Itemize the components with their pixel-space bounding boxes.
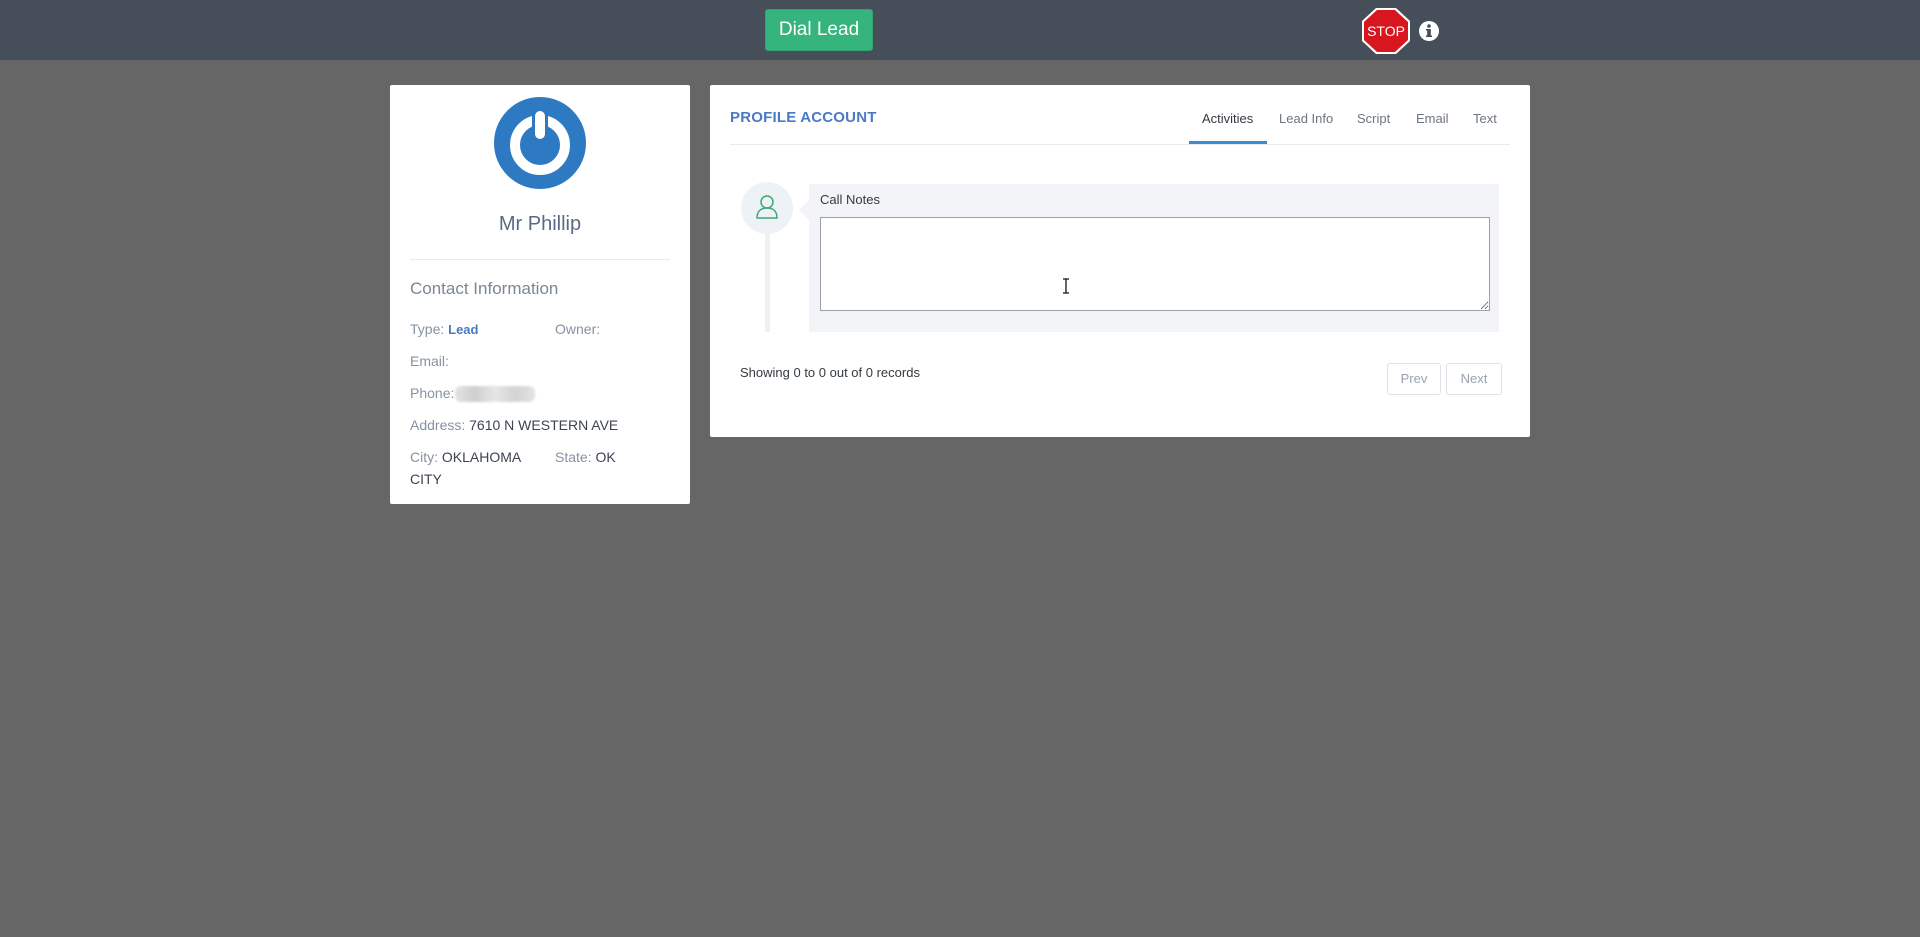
divider: [410, 259, 670, 260]
call-notes-label: Call Notes: [820, 192, 880, 207]
active-tab-indicator: [1189, 141, 1267, 144]
contact-info-heading: Contact Information: [410, 279, 559, 298]
state-field: State: OK: [555, 446, 616, 468]
type-field: Type: Lead: [410, 318, 478, 341]
info-icon[interactable]: [1418, 20, 1440, 42]
stop-label: STOP: [1367, 23, 1405, 39]
top-bar: Dial Lead STOP: [0, 0, 1920, 60]
city-label: City:: [410, 449, 438, 465]
phone-field: Phone:: [410, 382, 536, 404]
page-title: PROFILE ACCOUNT: [730, 109, 877, 126]
tab-lead-info[interactable]: Lead Info: [1279, 111, 1333, 144]
state-label: State:: [555, 449, 592, 465]
type-label: Type:: [410, 321, 445, 337]
dial-lead-button[interactable]: Dial Lead: [765, 9, 873, 51]
timeline-line: [765, 225, 770, 332]
stop-button[interactable]: STOP: [1360, 7, 1412, 55]
tab-text[interactable]: Text: [1473, 111, 1497, 144]
call-notes-textarea[interactable]: [820, 217, 1490, 311]
tabs-divider: [730, 144, 1510, 145]
stop-sign-icon: STOP: [1362, 8, 1410, 54]
owner-field: Owner:: [555, 318, 600, 340]
power-icon: [494, 97, 586, 189]
user-icon: [756, 195, 778, 219]
note-pointer: [799, 200, 809, 220]
profile-card: Mr Phillip Contact Information Type: Lea…: [390, 85, 690, 504]
email-field: Email:: [410, 350, 449, 372]
address-value: 7610 N WESTERN AVE: [469, 417, 619, 433]
tab-email[interactable]: Email: [1416, 111, 1449, 144]
profile-name: Mr Phillip: [498, 213, 582, 235]
state-value: OK: [595, 449, 616, 465]
address-field: Address: 7610 N WESTERN AVE: [410, 414, 618, 436]
type-value: Lead: [448, 322, 479, 337]
owner-label: Owner:: [555, 321, 601, 337]
timeline-avatar: [741, 182, 793, 234]
address-label: Address:: [410, 417, 466, 433]
tab-script[interactable]: Script: [1357, 111, 1390, 144]
tab-activities[interactable]: Activities: [1202, 111, 1253, 144]
next-button[interactable]: Next: [1446, 363, 1502, 395]
city-field: City: OKLAHOMA CITY: [410, 446, 530, 490]
avatar: [494, 97, 586, 189]
phone-value-redacted: [455, 386, 536, 403]
phone-label: Phone:: [410, 385, 455, 401]
records-summary: Showing 0 to 0 out of 0 records: [740, 365, 920, 380]
prev-button[interactable]: Prev: [1387, 363, 1441, 395]
profile-account-card: PROFILE ACCOUNT Activities Lead Info Scr…: [710, 85, 1530, 437]
email-label: Email:: [410, 353, 449, 369]
